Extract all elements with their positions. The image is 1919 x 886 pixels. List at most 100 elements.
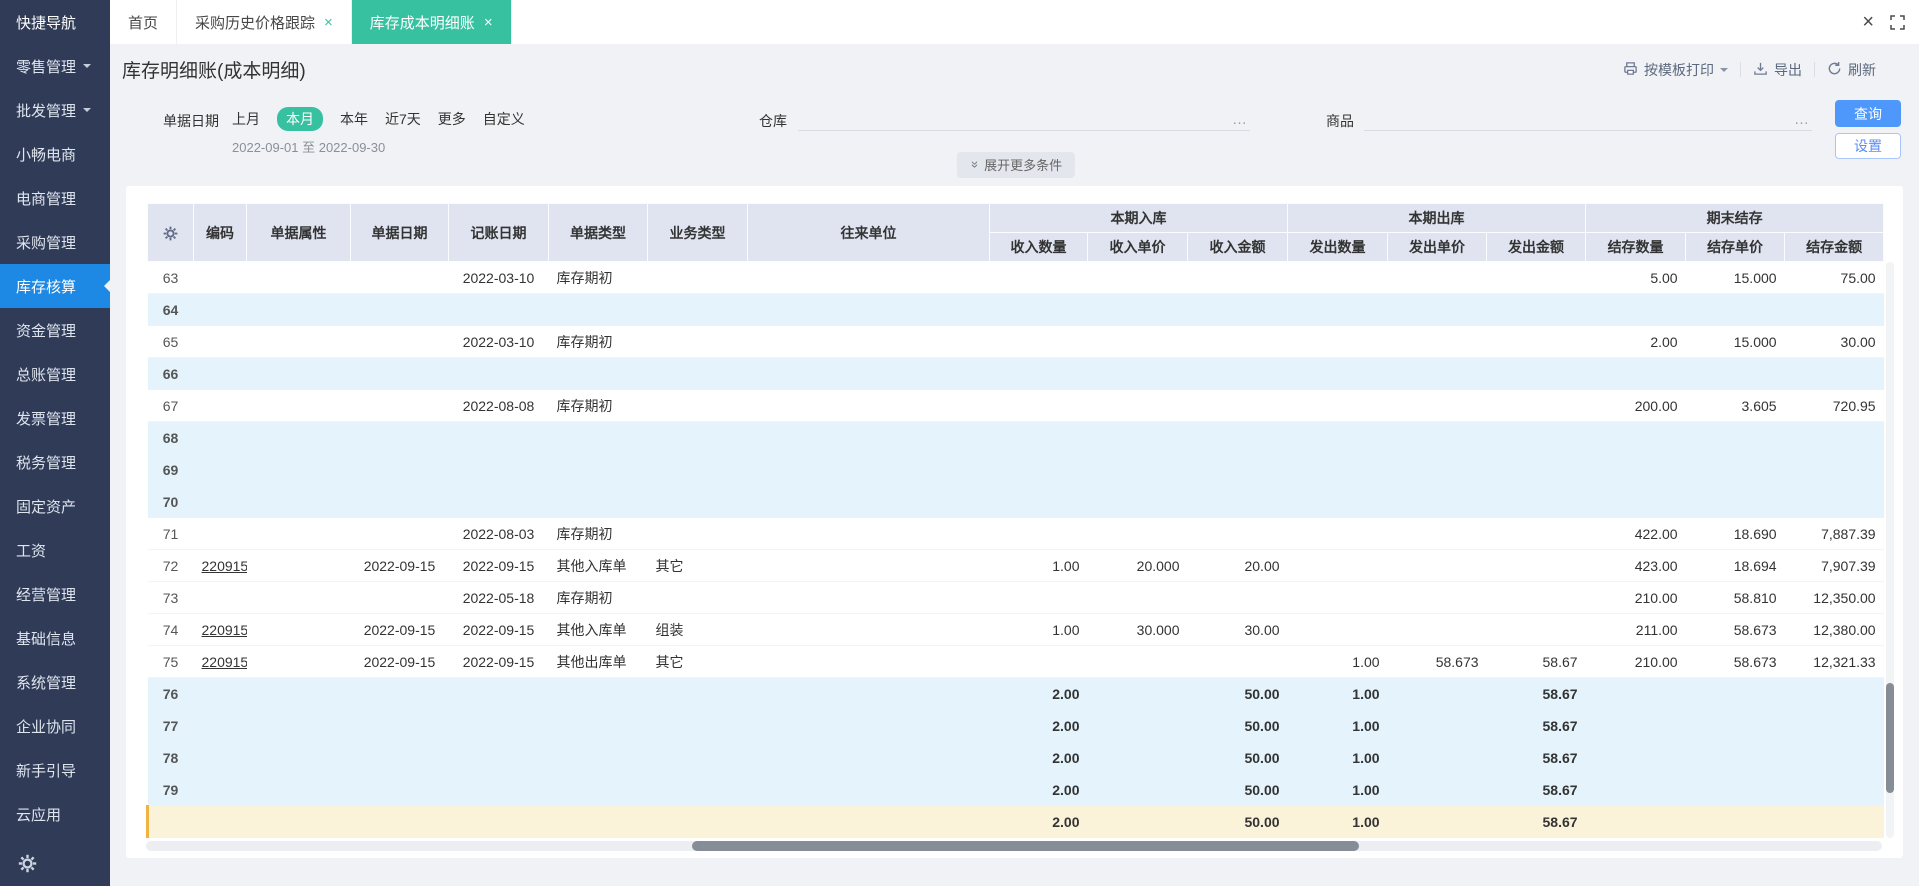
- column-header-收入单价[interactable]: 收入单价: [1087, 232, 1188, 262]
- cell: 2.00: [989, 677, 1088, 710]
- tab-库存成本明细账[interactable]: 库存成本明细账 ×: [351, 0, 512, 44]
- sidebar-item-小畅电商[interactable]: 小畅电商: [0, 132, 110, 176]
- column-header-单据日期[interactable]: 单据日期: [350, 203, 449, 262]
- table-row[interactable]: 71 2022-08-03 库存期初 422.00 18.690 7,887.39: [147, 517, 1884, 550]
- sidebar-item-经营管理[interactable]: 经营管理: [0, 572, 110, 616]
- sidebar-item-资金管理[interactable]: 资金管理: [0, 308, 110, 352]
- table-row[interactable]: 69: [147, 453, 1884, 486]
- cell: 200.00: [1585, 389, 1686, 422]
- table-row[interactable]: 68: [147, 421, 1884, 454]
- vertical-scrollbar[interactable]: [1886, 262, 1894, 838]
- document-number-link[interactable]: 220915-0: [202, 622, 247, 638]
- document-number-link[interactable]: 220915-0: [202, 558, 247, 574]
- print-by-template-button[interactable]: 按模板打印: [1623, 60, 1728, 80]
- column-header-发出金额[interactable]: 发出金额: [1486, 232, 1587, 262]
- table-row[interactable]: 64: [147, 293, 1884, 326]
- cell: 7,907.39: [1784, 549, 1884, 582]
- sidebar-item-税务管理[interactable]: 税务管理: [0, 440, 110, 484]
- sidebar-item-企业协同[interactable]: 企业协同: [0, 704, 110, 748]
- date-option-上月[interactable]: 上月: [232, 109, 260, 129]
- refresh-button[interactable]: 刷新: [1827, 60, 1876, 80]
- row-number: 69: [147, 453, 194, 486]
- tab-close-icon[interactable]: ×: [324, 15, 333, 30]
- table-row[interactable]: 77 2.00 50.00 1.00 58.67: [147, 709, 1884, 742]
- query-button[interactable]: 查询: [1835, 100, 1901, 127]
- settings-gear-icon[interactable]: [18, 854, 37, 876]
- sidebar-item-系统管理[interactable]: 系统管理: [0, 660, 110, 704]
- column-header-编码[interactable]: 编码: [193, 203, 247, 262]
- table-row[interactable]: 65 2022-03-10 库存期初 2.00 15.000 30.00: [147, 325, 1884, 358]
- table-row[interactable]: 76 2.00 50.00 1.00 58.67: [147, 677, 1884, 710]
- chevron-down-icon[interactable]: [1720, 67, 1728, 76]
- cell: [246, 773, 351, 806]
- column-header-收入数量[interactable]: 收入数量: [989, 232, 1088, 262]
- column-header-记账日期[interactable]: 记账日期: [448, 203, 549, 262]
- fullscreen-icon[interactable]: [1890, 14, 1905, 30]
- table-row[interactable]: 67 2022-08-08 库存期初 200.00 3.605 720.95: [147, 389, 1884, 422]
- tab-采购历史价格跟踪[interactable]: 采购历史价格跟踪 ×: [177, 0, 352, 44]
- row-number: 78: [147, 741, 194, 774]
- vertical-scrollbar-thumb[interactable]: [1886, 683, 1894, 793]
- date-option-自定义[interactable]: 自定义: [483, 109, 525, 129]
- column-header-往来单位[interactable]: 往来单位: [747, 203, 990, 262]
- column-header-发出单价[interactable]: 发出单价: [1387, 232, 1488, 262]
- column-header-结存单价[interactable]: 结存单价: [1685, 232, 1786, 262]
- sidebar-item-总账管理[interactable]: 总账管理: [0, 352, 110, 396]
- column-header-结存金额[interactable]: 结存金额: [1784, 232, 1885, 262]
- date-option-本月[interactable]: 本月: [277, 107, 323, 131]
- horizontal-scrollbar[interactable]: [146, 841, 1882, 851]
- product-picker-ellipsis-icon[interactable]: …: [1794, 112, 1810, 127]
- date-option-更多[interactable]: 更多: [438, 109, 466, 129]
- column-header-单据类型[interactable]: 单据类型: [548, 203, 648, 262]
- close-icon[interactable]: ×: [1862, 12, 1874, 32]
- table-row[interactable]: 74220915-02022-09-152022-09-15其他入库单组装1.0…: [147, 613, 1884, 646]
- table-row[interactable]: 78 2.00 50.00 1.00 58.67: [147, 741, 1884, 774]
- tab-close-icon[interactable]: ×: [484, 15, 493, 30]
- sidebar-item-批发管理[interactable]: 批发管理: [0, 88, 110, 132]
- export-button[interactable]: 导出: [1753, 60, 1802, 80]
- table-row[interactable]: 70: [147, 485, 1884, 518]
- sidebar-item-快捷导航[interactable]: 快捷导航: [0, 0, 110, 44]
- sidebar-item-库存核算[interactable]: 库存核算: [0, 264, 110, 308]
- table-row[interactable]: 79 2.00 50.00 1.00 58.67: [147, 773, 1884, 806]
- sidebar-item-新手引导[interactable]: 新手引导: [0, 748, 110, 792]
- product-input[interactable]: …: [1364, 103, 1812, 131]
- cell: [1784, 709, 1884, 742]
- cell: [350, 581, 449, 614]
- document-number-link[interactable]: 220915-0: [202, 654, 247, 670]
- column-header-收入金额[interactable]: 收入金额: [1186, 232, 1289, 262]
- sidebar-item-固定资产[interactable]: 固定资产: [0, 484, 110, 528]
- sidebar-item-电商管理[interactable]: 电商管理: [0, 176, 110, 220]
- expand-more-conditions-button[interactable]: « 展开更多条件: [956, 152, 1076, 178]
- date-option-近7天[interactable]: 近7天: [385, 109, 421, 129]
- sidebar-item-采购管理[interactable]: 采购管理: [0, 220, 110, 264]
- table-row[interactable]: 2.00 50.00 1.00 58.67: [146, 805, 1884, 838]
- horizontal-scrollbar-thumb[interactable]: [692, 841, 1359, 851]
- table-row[interactable]: 73 2022-05-18 库存期初 210.00 58.810 12,350.00: [147, 581, 1884, 614]
- sidebar-item-发票管理[interactable]: 发票管理: [0, 396, 110, 440]
- column-header-业务类型[interactable]: 业务类型: [647, 203, 748, 262]
- column-header-发出数量[interactable]: 发出数量: [1287, 232, 1389, 262]
- date-options: 上月 本月 本年 近7天 更多 自定义: [232, 107, 525, 131]
- cell: [1187, 293, 1288, 326]
- warehouse-picker-ellipsis-icon[interactable]: …: [1232, 112, 1248, 127]
- table-row[interactable]: 66: [147, 357, 1884, 390]
- date-option-本年[interactable]: 本年: [340, 109, 368, 129]
- warehouse-input[interactable]: …: [798, 103, 1250, 131]
- table-row[interactable]: 63 2022-03-10 库存期初 5.00 15.000 75.00: [147, 261, 1884, 294]
- cell: [246, 453, 351, 486]
- column-header-单据属性[interactable]: 单据属性: [246, 203, 351, 262]
- column-header-结存数量[interactable]: 结存数量: [1585, 232, 1687, 262]
- table-row[interactable]: 75220915-02022-09-152022-09-15其他出库单其它1.0…: [147, 645, 1884, 678]
- sidebar-item-云应用[interactable]: 云应用: [0, 792, 110, 836]
- tab-首页[interactable]: 首页: [110, 0, 178, 44]
- sidebar-item-工资[interactable]: 工资: [0, 528, 110, 572]
- cell: 1.00: [1287, 677, 1388, 710]
- sidebar-item-零售管理[interactable]: 零售管理: [0, 44, 110, 88]
- table-row[interactable]: 72220915-02022-09-152022-09-15其他入库单其它1.0…: [147, 549, 1884, 582]
- column-settings-gear-icon[interactable]: [147, 203, 194, 262]
- settings-button[interactable]: 设置: [1835, 133, 1901, 159]
- cell: [989, 389, 1088, 422]
- sidebar-item-基础信息[interactable]: 基础信息: [0, 616, 110, 660]
- cell: [1087, 805, 1188, 838]
